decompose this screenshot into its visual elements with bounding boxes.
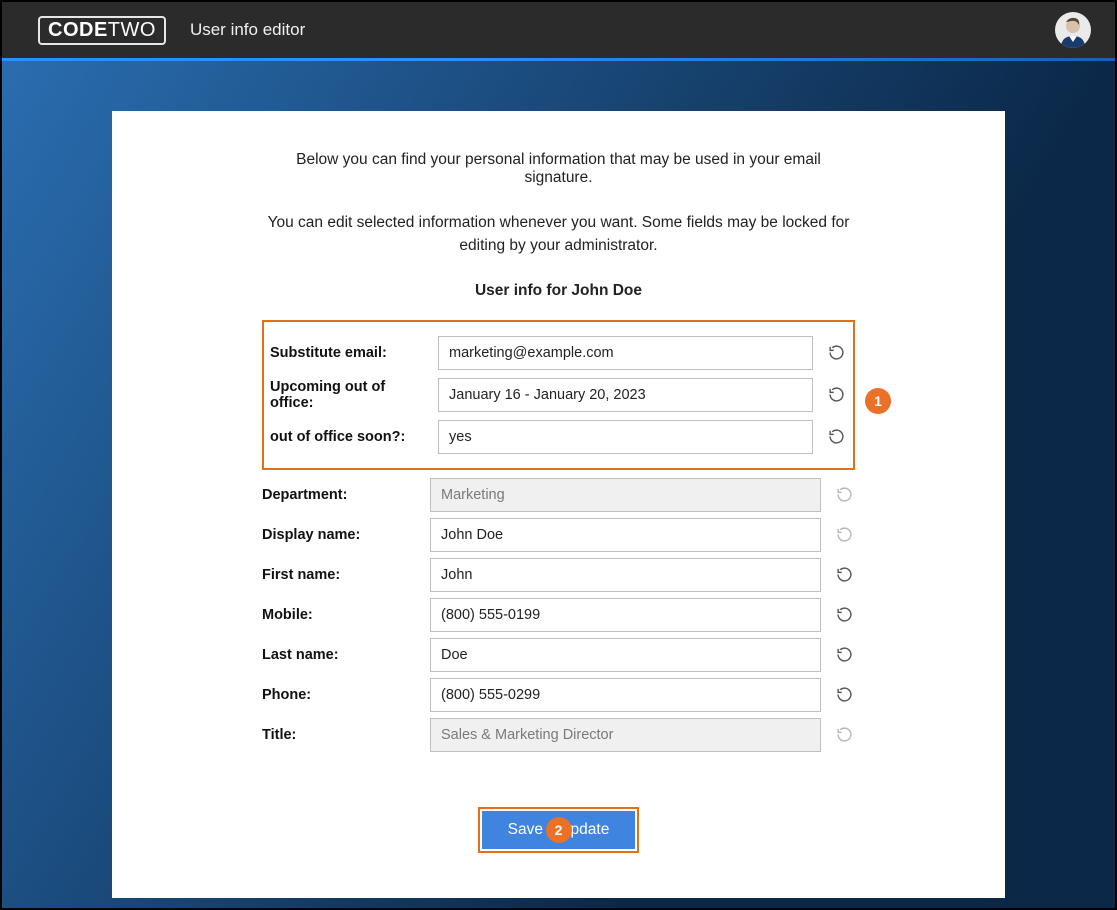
label-phone: Phone: (262, 687, 418, 703)
label-display-name: Display name: (262, 527, 418, 543)
top-bar: CODETWO User info editor (2, 2, 1115, 58)
label-title: Title: (262, 727, 418, 743)
logo-block: CODETWO User info editor (38, 16, 305, 45)
annotation-callout-2: 2 (546, 817, 572, 843)
input-display-name[interactable] (430, 518, 821, 552)
input-ooo-soon[interactable] (438, 420, 813, 454)
input-substitute-email[interactable] (438, 336, 813, 370)
reset-icon[interactable] (833, 524, 855, 546)
reset-icon[interactable] (825, 426, 847, 448)
logo: CODETWO (38, 16, 166, 45)
logo-light-text: TWO (108, 19, 156, 41)
row-upcoming-ooo: Upcoming out of office: (270, 378, 847, 412)
reset-icon[interactable] (825, 342, 847, 364)
intro-line-1: Below you can find your personal informa… (262, 151, 855, 187)
app-title: User info editor (190, 20, 305, 40)
button-wrap: Save & update 2 (262, 807, 855, 853)
label-upcoming-ooo: Upcoming out of office: (270, 379, 426, 411)
reset-icon[interactable] (833, 604, 855, 626)
label-mobile: Mobile: (262, 607, 418, 623)
input-first-name[interactable] (430, 558, 821, 592)
content-area: Below you can find your personal informa… (2, 61, 1115, 908)
row-substitute-email: Substitute email: (270, 336, 847, 370)
input-upcoming-ooo[interactable] (438, 378, 813, 412)
row-ooo-soon: out of office soon?: (270, 420, 847, 454)
reset-icon (833, 484, 855, 506)
reset-icon[interactable] (833, 564, 855, 586)
label-substitute-email: Substitute email: (270, 345, 426, 361)
reset-icon[interactable] (825, 384, 847, 406)
input-phone[interactable] (430, 678, 821, 712)
row-phone: Phone: (262, 678, 855, 712)
avatar-person-icon (1055, 12, 1091, 48)
row-department: Department: (262, 478, 855, 512)
row-title: Title: (262, 718, 855, 752)
app-frame: CODETWO User info editor Below you can f… (2, 2, 1115, 908)
highlighted-fields-box: 1 Substitute email: Upcoming out of offi… (262, 320, 855, 470)
annotation-callout-1: 1 (865, 388, 891, 414)
input-department (430, 478, 821, 512)
avatar[interactable] (1055, 12, 1091, 48)
reset-icon (833, 724, 855, 746)
row-last-name: Last name: (262, 638, 855, 672)
input-mobile[interactable] (430, 598, 821, 632)
row-mobile: Mobile: (262, 598, 855, 632)
input-last-name[interactable] (430, 638, 821, 672)
row-first-name: First name: (262, 558, 855, 592)
label-ooo-soon: out of office soon?: (270, 429, 426, 445)
row-display-name: Display name: (262, 518, 855, 552)
card: Below you can find your personal informa… (112, 111, 1005, 898)
reset-icon[interactable] (833, 684, 855, 706)
reset-icon[interactable] (833, 644, 855, 666)
label-department: Department: (262, 487, 418, 503)
section-title: User info for John Doe (262, 282, 855, 300)
input-title (430, 718, 821, 752)
logo-bold-text: CODE (48, 19, 108, 41)
intro-line-2: You can edit selected information whenev… (262, 211, 855, 258)
label-last-name: Last name: (262, 647, 418, 663)
label-first-name: First name: (262, 567, 418, 583)
